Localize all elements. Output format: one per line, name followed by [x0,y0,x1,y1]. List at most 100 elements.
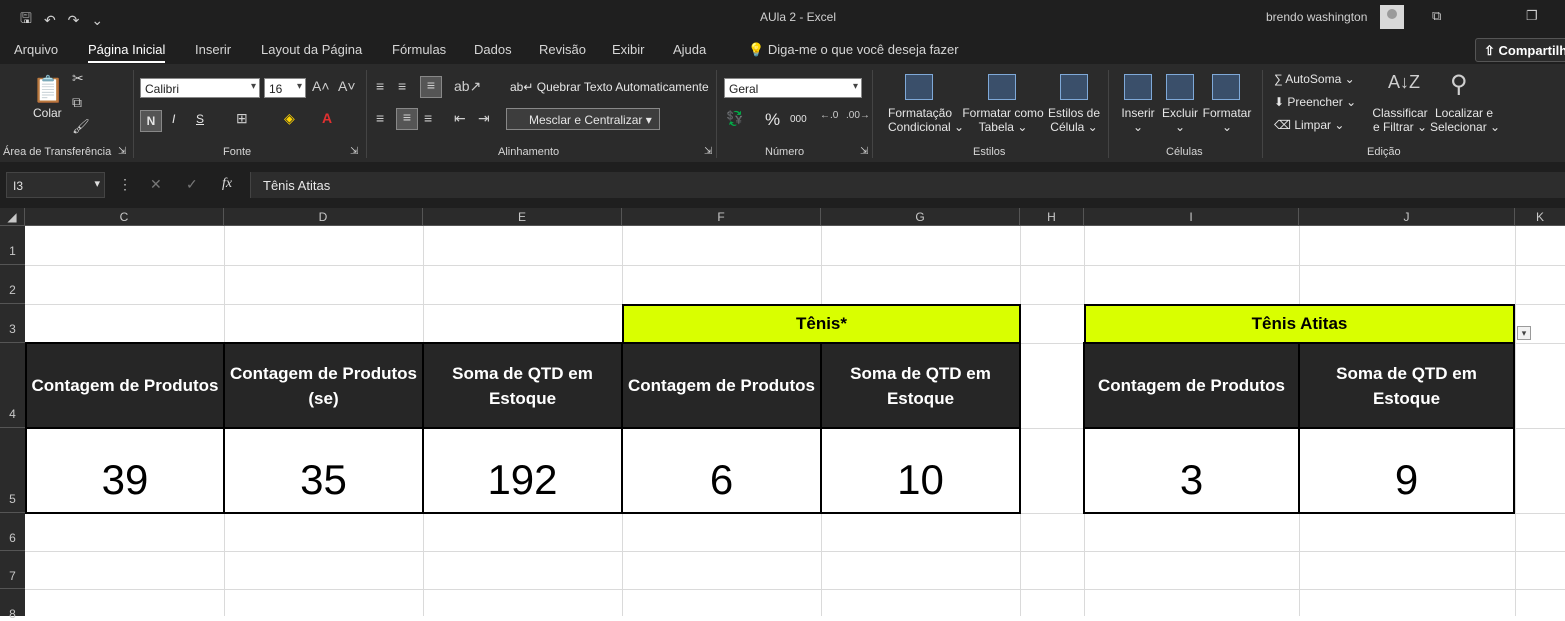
cell-e4-header[interactable]: Soma de QTD em Estoque [422,342,623,429]
tab-dados[interactable]: Dados [474,42,512,57]
cell-f5-value[interactable]: 6 [621,427,822,514]
column-header-i[interactable]: I [1084,208,1299,226]
select-all-corner[interactable]: ◢ [0,208,25,226]
cell-d5-value[interactable]: 35 [223,427,424,514]
cut-icon[interactable]: ✂ [72,70,84,87]
column-header-k[interactable]: K [1515,208,1565,226]
tab-exibir[interactable]: Exibir [612,42,645,57]
undo-icon[interactable]: ↶ [44,12,56,29]
fill-color-icon[interactable]: ◈ [284,110,295,127]
tab-layout[interactable]: Layout da Página [261,42,362,57]
number-launcher-icon[interactable]: ⇲ [860,146,868,157]
underline-button[interactable]: S [196,112,204,126]
font-launcher-icon[interactable]: ⇲ [350,146,358,157]
row-header-6[interactable]: 6 [0,513,25,551]
row-header-2[interactable]: 2 [0,265,25,304]
align-bottom-icon[interactable]: ≡ [420,76,442,98]
column-header-d[interactable]: D [224,208,423,226]
sort-filter-button[interactable]: Classificar e Filtrar ⌄ [1372,106,1428,134]
insert-cells-button[interactable]: Inserir ⌄ [1118,106,1158,134]
cell-g4-header[interactable]: Soma de QTD em Estoque [820,342,1021,429]
tell-me-search[interactable]: 💡 Diga-me o que você deseja fazer [748,42,959,58]
column-header-f[interactable]: F [622,208,821,226]
bold-button[interactable]: N [140,110,162,132]
cancel-icon[interactable]: ✕ [150,176,162,193]
font-size-select[interactable]: 16 [264,78,306,98]
format-cells-icon[interactable] [1212,74,1240,100]
cell-i4-header[interactable]: Contagem de Produtos [1083,342,1300,429]
formula-input[interactable]: Tênis Atitas [250,172,1565,198]
save-icon[interactable]: 🖫 [20,8,32,32]
clear-button[interactable]: ⌫ Limpar ⌄ [1274,118,1344,132]
cell-e5-value[interactable]: 192 [422,427,623,514]
wrap-text-button[interactable]: ab↵ Quebrar Texto Automaticamente [510,80,709,94]
font-name-select[interactable]: Calibri [140,78,260,98]
row-header-8[interactable]: 8 [0,589,25,621]
row-header-5[interactable]: 5 [0,428,25,513]
align-left-icon[interactable]: ≡ [376,110,384,126]
cell-j4-header[interactable]: Soma de QTD em Estoque [1298,342,1515,429]
tab-pagina-inicial[interactable]: Página Inicial [88,42,166,63]
user-name[interactable]: brendo washington [1266,10,1367,24]
insert-function-button[interactable]: fx [222,176,232,192]
paste-button[interactable]: Colar [33,106,62,120]
decrease-font-icon[interactable]: A˅ [338,78,356,94]
row-header-1[interactable]: 1 [0,226,25,265]
delete-cells-icon[interactable] [1166,74,1194,100]
clipboard-launcher-icon[interactable]: ⇲ [118,146,126,157]
thousands-button[interactable]: 000 [790,114,807,125]
font-color-icon[interactable]: A [322,110,332,126]
alignment-launcher-icon[interactable]: ⇲ [704,146,712,157]
row-header-4[interactable]: 4 [0,343,25,428]
increase-font-icon[interactable]: A˄ [312,78,330,94]
orientation-icon[interactable]: ab↗ [454,78,481,95]
redo-icon[interactable]: ↷ [68,12,80,29]
cell-d4-header[interactable]: Contagem de Produtos (se) [223,342,424,429]
decrease-indent-icon[interactable]: ⇤ [454,110,466,127]
column-header-e[interactable]: E [423,208,622,226]
currency-icon[interactable]: 💱 [726,110,743,127]
row-header-3[interactable]: 3 [0,304,25,343]
name-box[interactable]: I3 [6,172,105,198]
cell-i3-atitas-title[interactable]: Tênis Atitas [1084,304,1515,344]
enter-icon[interactable]: ✓ [186,176,198,193]
restore-icon[interactable]: ❐ [1526,8,1538,24]
find-select-icon[interactable]: ⚲ [1450,70,1468,99]
tab-revisao[interactable]: Revisão [539,42,586,57]
customize-toolbar-icon[interactable]: ⌄ [91,12,103,29]
cell-j5-value[interactable]: 9 [1298,427,1515,514]
column-header-j[interactable]: J [1299,208,1515,226]
row-header-7[interactable]: 7 [0,551,25,589]
copy-icon[interactable]: ⧉ [72,94,82,111]
column-header-c[interactable]: C [25,208,224,226]
fill-button[interactable]: ⬇ Preencher ⌄ [1274,95,1356,109]
sort-filter-icon[interactable]: A↓Z [1388,72,1420,93]
autosum-button[interactable]: ∑ AutoSoma ⌄ [1274,72,1355,86]
format-cells-button[interactable]: Formatar ⌄ [1202,106,1252,134]
increase-decimal-icon[interactable]: ←.0 [820,110,838,121]
share-button[interactable]: ⇧ Compartilh [1475,38,1565,62]
ribbon-display-icon[interactable]: ⧉ [1432,8,1441,24]
format-as-table-icon[interactable] [988,74,1016,100]
column-header-h[interactable]: H [1020,208,1084,226]
align-middle-icon[interactable]: ≡ [398,78,406,94]
tab-inserir[interactable]: Inserir [195,42,231,57]
delete-cells-button[interactable]: Excluir ⌄ [1160,106,1200,134]
merge-center-button[interactable]: Mesclar e Centralizar ▾ [506,108,660,130]
align-top-icon[interactable]: ≡ [376,78,384,94]
increase-indent-icon[interactable]: ⇥ [478,110,490,127]
cell-g5-value[interactable]: 10 [820,427,1021,514]
align-right-icon[interactable]: ≡ [424,110,432,126]
tab-ajuda[interactable]: Ajuda [673,42,706,57]
conditional-format-icon[interactable] [905,74,933,100]
italic-button[interactable]: I [172,112,175,126]
paste-icon[interactable]: 📋 [32,74,64,104]
cell-styles-icon[interactable] [1060,74,1088,100]
cell-styles-button[interactable]: Estilos de Célula ⌄ [1046,106,1102,134]
find-select-button[interactable]: Localizar e Selecionar ⌄ [1430,106,1500,134]
cell-c4-header[interactable]: Contagem de Produtos [25,342,225,429]
tab-arquivo[interactable]: Arquivo [14,42,58,57]
number-format-select[interactable]: Geral [724,78,862,98]
tab-formulas[interactable]: Fórmulas [392,42,446,57]
cell-f3-tenis-title[interactable]: Tênis* [622,304,1021,344]
